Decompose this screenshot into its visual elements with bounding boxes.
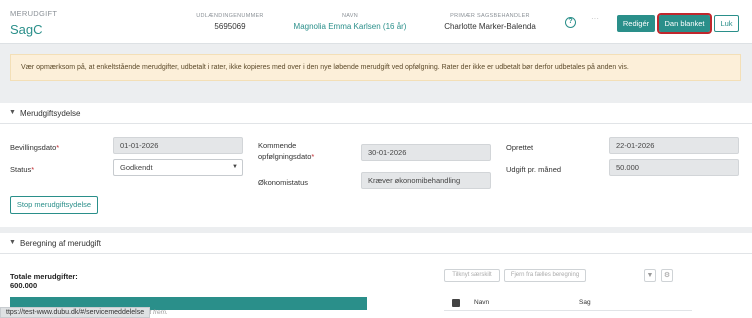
primary-caseworker-label: PRIMÆR SAGSBEHANDLER: [450, 13, 530, 19]
name-value-link[interactable]: Magnolia Emma Karlsen (16 år): [290, 22, 410, 31]
name-label: NAVN: [341, 13, 359, 19]
monthly-payout-field: 50.000: [609, 159, 739, 176]
close-button[interactable]: Luk: [714, 15, 739, 32]
case-header: MERUDGIFT SagC UDLÆNDINGENUMMER 5695069 …: [0, 0, 752, 44]
economy-status-label: Økonomistatus: [258, 178, 309, 187]
stop-benefit-button[interactable]: Stop merudgiftsydelse: [10, 196, 98, 214]
calculation-panel-header[interactable]: ▼ Beregning af merudgift: [0, 233, 752, 254]
created-label: Oprettet: [506, 143, 534, 152]
select-all-checkbox[interactable]: [452, 299, 460, 307]
settings-icon[interactable]: ⚙: [661, 269, 673, 282]
benefit-panel-title: Merudgiftsydelse: [20, 109, 81, 118]
filter-icon[interactable]: ▼: [644, 269, 656, 282]
calculation-panel: ▼ Beregning af merudgift Totale merudgif…: [0, 233, 752, 318]
browser-status-url: ttps://test-www.dubu.dk/#/servicemeddele…: [0, 307, 151, 318]
chevron-down-icon: ▼: [232, 164, 238, 170]
grant-date-field[interactable]: 01-01-2026: [113, 137, 243, 154]
primary-caseworker-value: Charlotte Marker-Balenda: [444, 22, 536, 31]
benefit-panel-header[interactable]: ▼ Merudgiftsydelse: [0, 103, 752, 124]
foreigner-number-label: UDLÆNDINGENUMMER: [196, 13, 264, 19]
column-header-case[interactable]: Sag: [579, 299, 591, 306]
remove-from-common-button[interactable]: Fjern fra fælles beregning: [504, 269, 586, 282]
total-expenses-label: Totale merudgifter:: [10, 272, 78, 281]
monthly-payout-label: Udgift pr. måned: [506, 165, 562, 174]
benefit-panel: ▼ Merudgiftsydelse Bevillingsdato* 01-01…: [0, 103, 752, 227]
status-label: Status*: [10, 165, 35, 174]
column-header-name[interactable]: Navn: [474, 299, 489, 306]
create-form-button[interactable]: Dan blanket: [657, 13, 712, 34]
obscured-text: it frem.: [148, 309, 168, 316]
status-select-value: Godkendt: [120, 163, 153, 172]
table-header-row: Navn Sag: [444, 295, 692, 311]
more-icon[interactable]: ···: [591, 14, 599, 23]
chevron-down-icon: ▼: [9, 109, 16, 116]
calculation-panel-title: Beregning af merudgift: [20, 239, 101, 248]
foreigner-number-value: 5695069: [214, 22, 246, 31]
next-followup-field[interactable]: 30-01-2026: [361, 144, 491, 161]
status-select[interactable]: Godkendt ▼: [113, 159, 243, 176]
chevron-down-icon: ▼: [9, 239, 16, 246]
economy-status-field: Kræver økonomibehandling: [361, 172, 491, 189]
created-field: 22-01-2026: [609, 137, 739, 154]
grant-date-label: Bevillingsdato*: [10, 143, 60, 152]
app-label: MERUDGIFT: [10, 9, 58, 18]
warning-alert: Vær opmærksom på, at enkeltstående merud…: [10, 54, 741, 81]
total-expenses-value: 600.000: [10, 281, 38, 290]
warning-alert-text: Vær opmærksom på, at enkeltstående merud…: [21, 64, 629, 71]
next-followup-label: Kommende opfølgningsdato*: [258, 141, 315, 161]
attach-separately-button[interactable]: Tilknyt særskilt: [444, 269, 500, 282]
help-icon[interactable]: ?: [565, 17, 576, 28]
edit-button[interactable]: Redigér: [617, 15, 655, 32]
case-title: SagC: [10, 22, 43, 37]
total-expenses: Totale merudgifter: 600.000: [10, 272, 78, 290]
